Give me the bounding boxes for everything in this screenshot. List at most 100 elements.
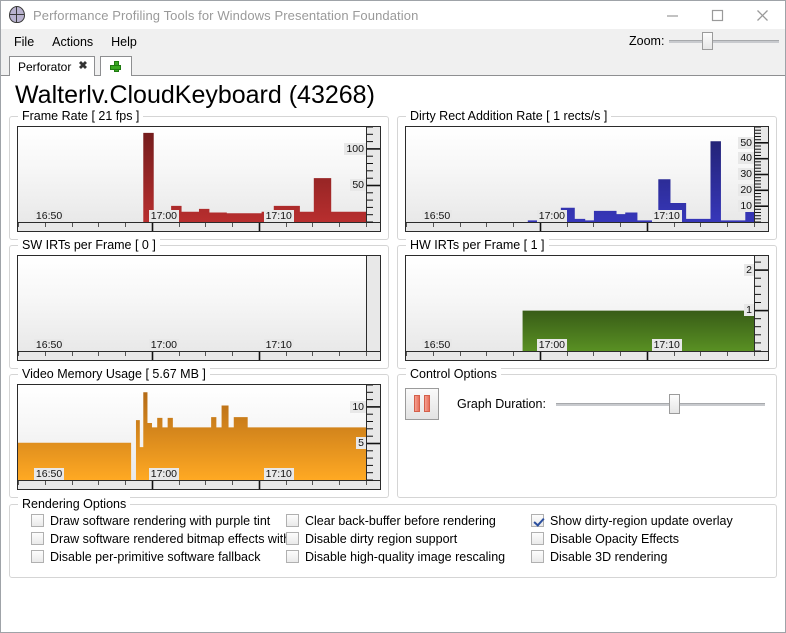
x-axis-label: 16:50 bbox=[422, 210, 452, 222]
panel-title-dirty-rect-rate: Dirty Rect Addition Rate [ 1 rects/s ] bbox=[406, 109, 611, 123]
panel-dirty-rect-rate: Dirty Rect Addition Rate [ 1 rects/s ] 1… bbox=[397, 116, 777, 240]
checkbox-row[interactable]: Draw software rendering with purple tint bbox=[31, 514, 286, 528]
y-axis-label: 50 bbox=[350, 179, 366, 191]
chart-dirty-rect-rate[interactable]: 16:5017:0017:101020304050 bbox=[405, 126, 769, 232]
x-axis-label: 17:10 bbox=[652, 339, 682, 351]
y-axis-label: 10 bbox=[350, 401, 366, 413]
checkbox-draw-software-bitmap-effects[interactable] bbox=[31, 532, 44, 545]
maximize-button[interactable] bbox=[695, 1, 740, 29]
checkbox-label: Draw software rendered bitmap effects wi… bbox=[50, 532, 290, 546]
chart-frame-rate[interactable]: 16:50 17:00 17:10 50 100 bbox=[17, 126, 381, 232]
checkbox-disable-dirty-region-support[interactable] bbox=[286, 532, 299, 545]
panel-frame-rate: Frame Rate [ 21 fps ] 16:5017:0017:10501… bbox=[9, 116, 389, 240]
checkbox-row[interactable]: Disable high-quality image rescaling bbox=[286, 550, 531, 564]
close-button[interactable] bbox=[740, 1, 785, 29]
title-bar: Performance Profiling Tools for Windows … bbox=[1, 1, 785, 29]
zoom-slider-thumb[interactable] bbox=[702, 32, 713, 50]
checkbox-label: Draw software rendering with purple tint bbox=[50, 514, 270, 528]
x-axis-label: 17:00 bbox=[149, 210, 179, 222]
zoom-slider[interactable] bbox=[669, 31, 779, 51]
tab-strip: Perforator ✖ bbox=[1, 55, 785, 76]
x-axis-label: 17:00 bbox=[149, 339, 179, 351]
x-axis-label: 16:50 bbox=[422, 339, 452, 351]
checkbox-row[interactable]: Disable 3D rendering bbox=[531, 550, 769, 564]
client-area: Walterlv.CloudKeyboard (43268) Frame Rat… bbox=[1, 76, 785, 632]
x-axis-label: 16:50 bbox=[34, 468, 64, 480]
checkbox-disable-high-quality-rescaling[interactable] bbox=[286, 550, 299, 563]
tab-close-icon[interactable]: ✖ bbox=[78, 61, 87, 72]
add-tab-button[interactable] bbox=[100, 56, 132, 76]
pause-button[interactable] bbox=[405, 388, 439, 420]
plus-icon bbox=[110, 61, 121, 72]
window-title: Performance Profiling Tools for Windows … bbox=[33, 8, 418, 23]
wpf-shield-icon bbox=[8, 6, 26, 24]
rendering-options-grid: Draw software rendering with purple tint… bbox=[31, 514, 769, 564]
panel-control-options: Control Options Graph Duration: bbox=[397, 374, 777, 498]
chart-video-memory[interactable]: 16:5017:0017:10510 bbox=[17, 384, 381, 490]
panel-sw-irts: SW IRTs per Frame [ 0 ] 16:5017:0017:10 bbox=[9, 245, 389, 369]
graph-duration-label: Graph Duration: bbox=[457, 397, 546, 411]
panel-title-rendering-options: Rendering Options bbox=[18, 497, 130, 511]
graph-duration-slider[interactable] bbox=[556, 392, 765, 416]
charts-grid: Frame Rate [ 21 fps ] 16:5017:0017:10501… bbox=[9, 116, 777, 498]
checkbox-row[interactable]: Show dirty-region update overlay bbox=[531, 514, 769, 528]
checkbox-label: Disable per-primitive software fallback bbox=[50, 550, 261, 564]
zoom-label: Zoom: bbox=[629, 34, 664, 48]
panel-title-hw-irts: HW IRTs per Frame [ 1 ] bbox=[406, 238, 549, 252]
minimize-button[interactable] bbox=[650, 1, 695, 29]
checkbox-label: Disable dirty region support bbox=[305, 532, 457, 546]
menu-item-file[interactable]: File bbox=[5, 32, 43, 52]
menu-item-help[interactable]: Help bbox=[102, 32, 146, 52]
x-axis-label: 16:50 bbox=[34, 210, 64, 222]
checkbox-row[interactable]: Disable dirty region support bbox=[286, 532, 531, 546]
chart-sw-irts[interactable]: 16:5017:0017:10 bbox=[17, 255, 381, 361]
checkbox-clear-back-buffer[interactable] bbox=[286, 514, 299, 527]
menu-item-actions[interactable]: Actions bbox=[43, 32, 102, 52]
y-axis-label: 100 bbox=[344, 143, 366, 155]
y-axis-label: 50 bbox=[738, 137, 754, 149]
x-axis-label: 17:10 bbox=[264, 468, 294, 480]
zoom-slider-track bbox=[669, 40, 779, 43]
panel-hw-irts: HW IRTs per Frame [ 1 ] 16:5017:0017:101… bbox=[397, 245, 777, 369]
panel-title-control-options: Control Options bbox=[406, 367, 501, 381]
x-axis-label: 17:00 bbox=[537, 210, 567, 222]
checkbox-row[interactable]: Clear back-buffer before rendering bbox=[286, 514, 531, 528]
graph-duration-track bbox=[556, 403, 765, 406]
checkbox-row[interactable]: Disable Opacity Effects bbox=[531, 532, 769, 546]
x-axis-label: 17:10 bbox=[264, 210, 294, 222]
checkbox-disable-per-primitive-fallback[interactable] bbox=[31, 550, 44, 563]
panel-title-frame-rate: Frame Rate [ 21 fps ] bbox=[18, 109, 143, 123]
pause-icon-bar-left bbox=[414, 395, 420, 412]
menu-bar: File Actions Help Zoom: bbox=[1, 29, 785, 55]
checkbox-label: Disable high-quality image rescaling bbox=[305, 550, 505, 564]
tab-perforator[interactable]: Perforator ✖ bbox=[9, 56, 95, 76]
y-axis-label: 20 bbox=[738, 184, 754, 196]
window-controls bbox=[650, 1, 785, 29]
checkbox-disable-opacity-effects[interactable] bbox=[531, 532, 544, 545]
app-window: Performance Profiling Tools for Windows … bbox=[0, 0, 786, 633]
checkbox-draw-software-purple-tint[interactable] bbox=[31, 514, 44, 527]
checkbox-show-dirty-region-overlay[interactable] bbox=[531, 514, 544, 527]
y-axis-label: 5 bbox=[356, 437, 366, 449]
panel-video-memory: Video Memory Usage [ 5.67 MB ] 16:5017:0… bbox=[9, 374, 389, 498]
panel-rendering-options: Rendering Options Draw software renderin… bbox=[9, 504, 777, 578]
checkbox-label: Show dirty-region update overlay bbox=[550, 514, 733, 528]
checkbox-row[interactable]: Draw software rendered bitmap effects wi… bbox=[31, 532, 286, 546]
panel-title-video-memory: Video Memory Usage [ 5.67 MB ] bbox=[18, 367, 210, 381]
x-axis-label: 17:10 bbox=[264, 339, 294, 351]
control-options-row: Graph Duration: bbox=[405, 384, 769, 420]
y-axis-label: 1 bbox=[744, 304, 754, 316]
checkbox-disable-3d-rendering[interactable] bbox=[531, 550, 544, 563]
y-axis-label: 40 bbox=[738, 152, 754, 164]
chart-hw-irts[interactable]: 16:5017:0017:1012 bbox=[405, 255, 769, 361]
zoom-control: Zoom: bbox=[629, 31, 779, 51]
x-axis-label: 17:00 bbox=[537, 339, 567, 351]
checkbox-label: Clear back-buffer before rendering bbox=[305, 514, 496, 528]
checkbox-row[interactable]: Disable per-primitive software fallback bbox=[31, 550, 286, 564]
checkbox-label: Disable Opacity Effects bbox=[550, 532, 679, 546]
y-axis-label: 10 bbox=[738, 200, 754, 212]
pause-icon-bar-right bbox=[424, 395, 430, 412]
x-axis-label: 17:10 bbox=[652, 210, 682, 222]
graph-duration-thumb[interactable] bbox=[669, 394, 680, 414]
panel-title-sw-irts: SW IRTs per Frame [ 0 ] bbox=[18, 238, 160, 252]
